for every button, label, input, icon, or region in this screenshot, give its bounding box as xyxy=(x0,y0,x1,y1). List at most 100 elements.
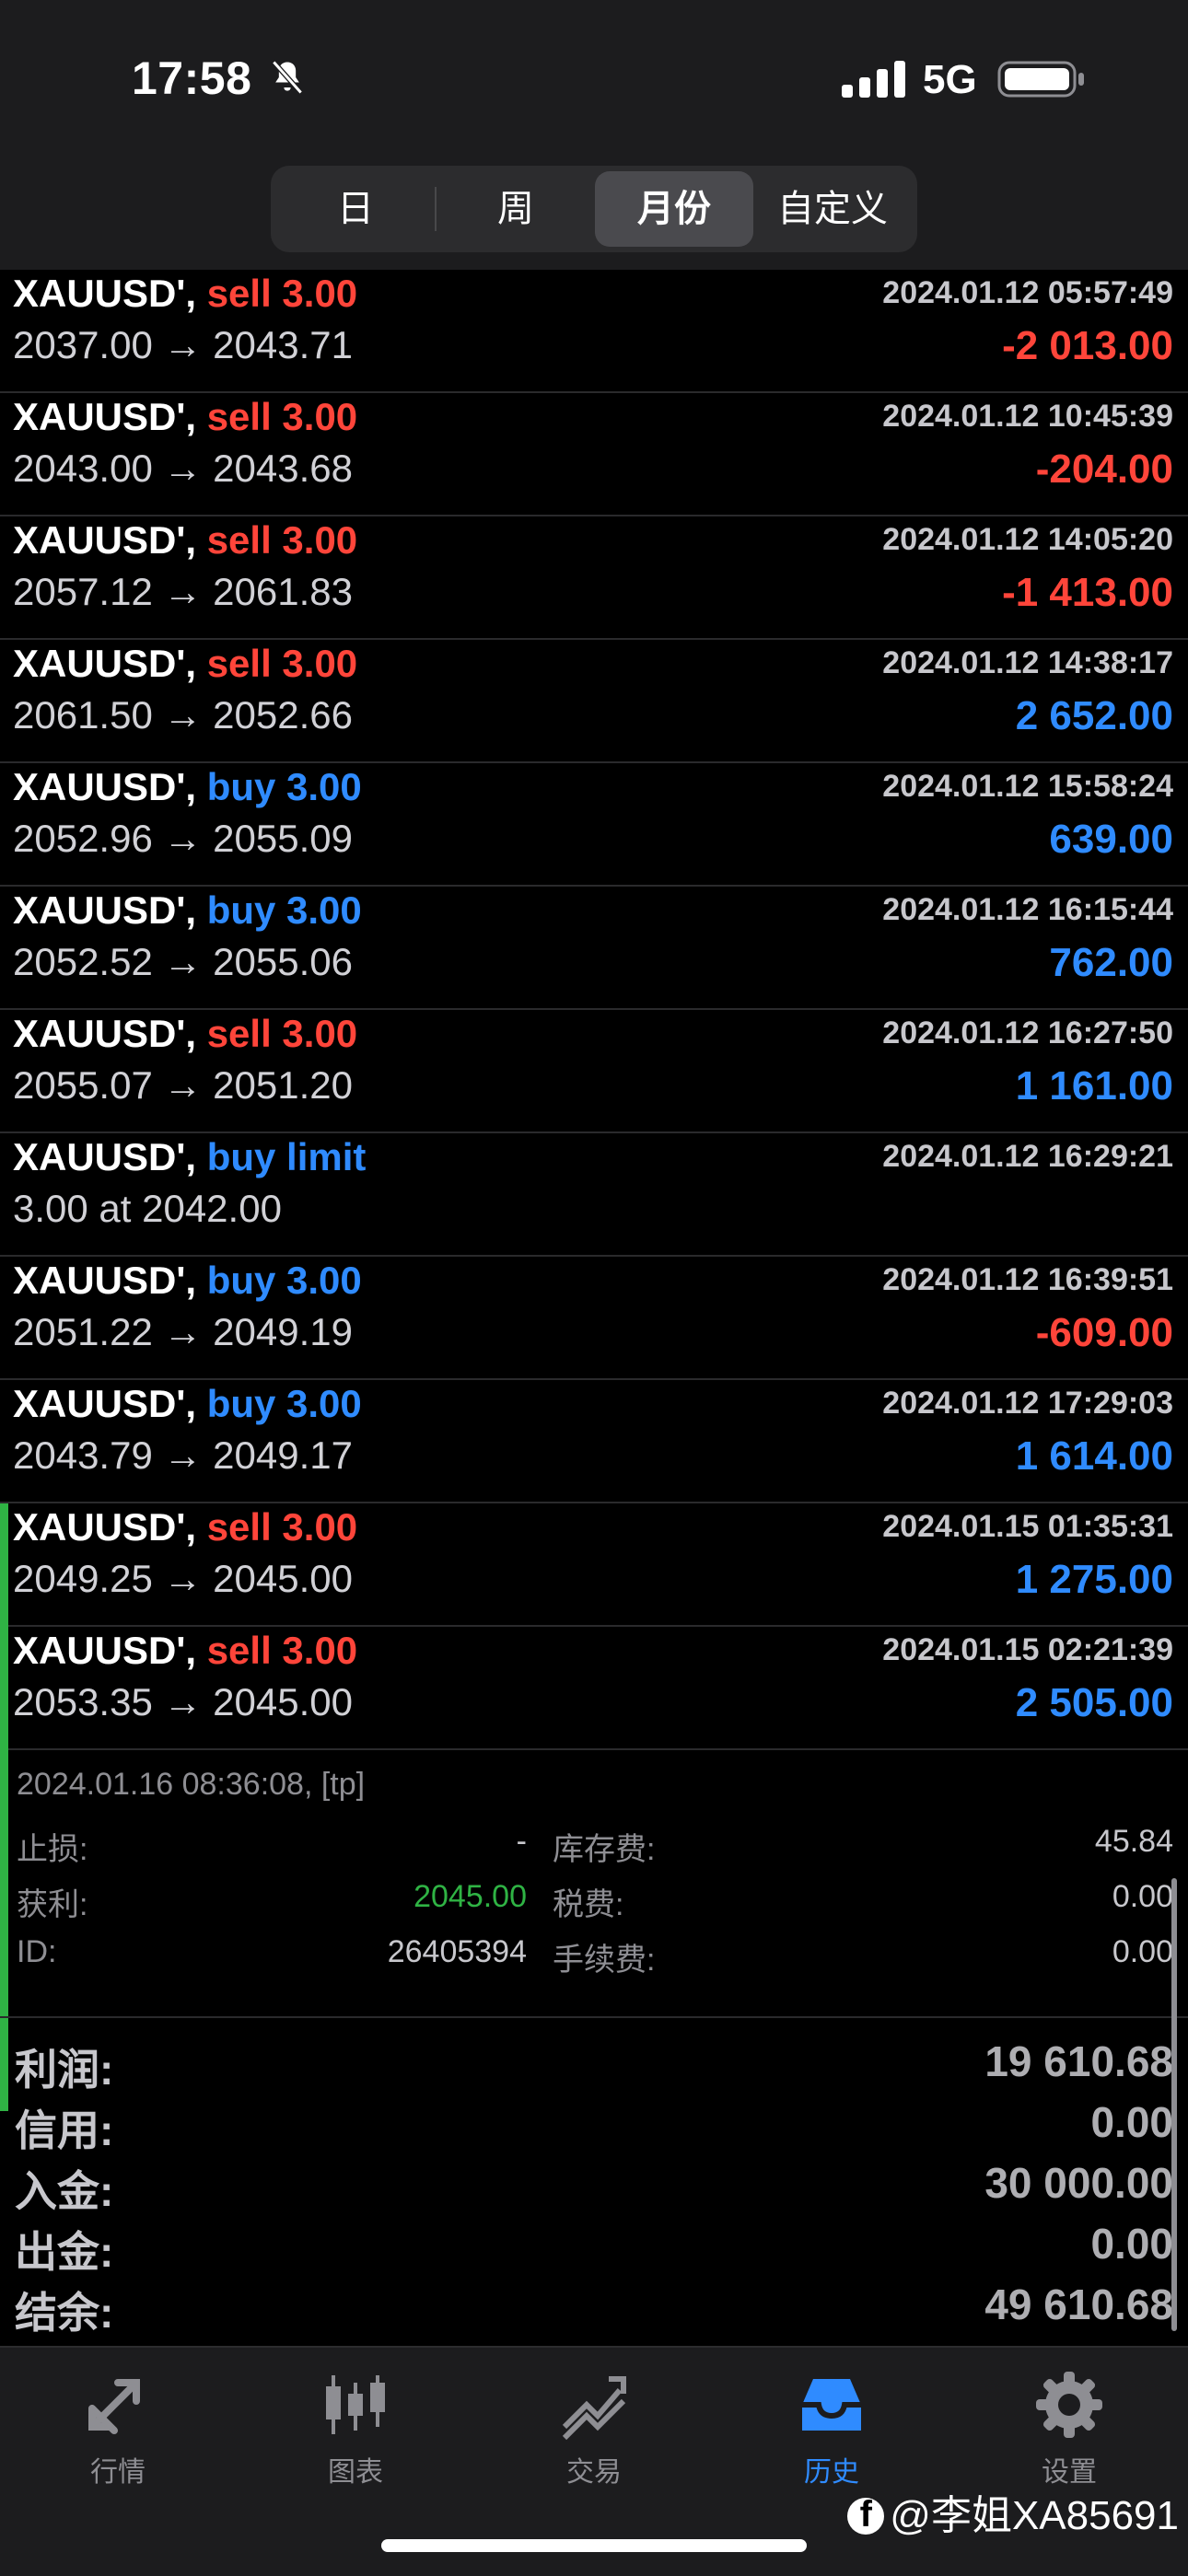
trade-datetime: 2024.01.12 16:29:21 xyxy=(882,1139,1173,1174)
network-type: 5G xyxy=(923,57,977,102)
trade-profit: 762.00 xyxy=(1049,940,1173,985)
trade-profit: -1 413.00 xyxy=(1002,570,1173,615)
trade-profit: 2 505.00 xyxy=(1015,1680,1173,1725)
close-time-info: 2024.01.16 08:36:08, [tp] xyxy=(17,1767,366,1802)
account-summary: 利润: 19 610.68 信用: 0.00 入金: 30 000.00 出金:… xyxy=(0,2016,1188,2350)
trade-side: buy limit xyxy=(206,1135,367,1178)
trade-side: buy 3.00 xyxy=(206,765,362,808)
summary-value: 0.00 xyxy=(1090,2220,1173,2268)
trade-profit: -204.00 xyxy=(1035,447,1173,492)
trade-symbol-line: XAUUSD', sell 3.00 xyxy=(13,395,357,439)
trade-row-5[interactable]: XAUUSD', buy 3.00 2024.01.12 15:58:24 20… xyxy=(0,763,1188,887)
tab-label: 交易 xyxy=(566,2457,622,2488)
trade-profit: 1 275.00 xyxy=(1015,1557,1173,1602)
swap-label: 库存费: xyxy=(553,1832,656,1867)
trade-row-12[interactable]: XAUUSD', sell 3.00 2024.01.15 02:21:39 2… xyxy=(0,1627,1188,1750)
trade-symbol-line: XAUUSD', buy 3.00 xyxy=(13,1259,362,1303)
trade-side: buy 3.00 xyxy=(206,888,362,932)
home-indicator[interactable] xyxy=(381,2539,807,2552)
trade-side: buy 3.00 xyxy=(206,1382,362,1425)
trade-row-10[interactable]: XAUUSD', buy 3.00 2024.01.12 17:29:03 20… xyxy=(0,1380,1188,1503)
trade-side: sell 3.00 xyxy=(206,395,358,438)
trade-symbol-line: XAUUSD', buy 3.00 xyxy=(13,888,362,933)
trade-row-1[interactable]: XAUUSD', sell 3.00 2024.01.12 05:57:49 2… xyxy=(0,270,1188,393)
summary-label: 信用: xyxy=(15,2106,114,2154)
history-inbox-icon xyxy=(802,2379,861,2431)
trade-side: sell 3.00 xyxy=(206,1012,358,1055)
summary-value: 49 610.68 xyxy=(984,2280,1173,2328)
facebook-icon: f xyxy=(847,2494,885,2535)
trade-row-9[interactable]: XAUUSD', buy 3.00 2024.01.12 16:39:51 20… xyxy=(0,1257,1188,1380)
trade-history-list[interactable]: XAUUSD', sell 3.00 2024.01.12 05:57:49 2… xyxy=(0,270,1188,2137)
trade-prices: 2037.00 → 2043.71 xyxy=(13,323,353,366)
trade-datetime: 2024.01.15 02:21:39 xyxy=(882,1632,1173,1667)
scrollbar[interactable] xyxy=(1171,1878,1177,2331)
stop-loss-value: - xyxy=(516,1824,527,1859)
summary-deposit-row: 入金: 30 000.00 xyxy=(0,2158,1188,2219)
trade-side: sell 3.00 xyxy=(206,1629,358,1672)
trade-datetime: 2024.01.12 16:39:51 xyxy=(882,1262,1173,1297)
trade-symbol: XAUUSD', xyxy=(13,642,197,685)
trade-prices: 2057.12 → 2061.83 xyxy=(13,570,353,613)
tab-charts[interactable]: 图表 xyxy=(263,2368,448,2489)
trade-row-3[interactable]: XAUUSD', sell 3.00 2024.01.12 14:05:20 2… xyxy=(0,516,1188,640)
trade-side: sell 3.00 xyxy=(206,272,358,315)
tab-settings[interactable]: 设置 xyxy=(977,2368,1161,2489)
trade-symbol: XAUUSD', xyxy=(13,1259,197,1302)
summary-label: 利润: xyxy=(15,2046,114,2094)
trade-row-2[interactable]: XAUUSD', sell 3.00 2024.01.12 10:45:39 2… xyxy=(0,393,1188,516)
period-week-tab[interactable]: 周 xyxy=(437,171,595,247)
stop-loss-label: 止损: xyxy=(17,1832,88,1867)
summary-label: 结余: xyxy=(15,2289,114,2337)
summary-profit-row: 利润: 19 610.68 xyxy=(0,2036,1188,2097)
trade-prices: 2052.96 → 2055.09 xyxy=(13,817,353,860)
period-day-tab[interactable]: 日 xyxy=(276,171,435,247)
trade-datetime: 2024.01.12 14:38:17 xyxy=(882,645,1173,680)
period-segmented-control: 日 周 月份 自定义 xyxy=(271,166,917,252)
period-custom-tab[interactable]: 自定义 xyxy=(753,171,912,247)
trade-row-7[interactable]: XAUUSD', sell 3.00 2024.01.12 16:27:50 2… xyxy=(0,1010,1188,1133)
trade-row-6[interactable]: XAUUSD', buy 3.00 2024.01.12 16:15:44 20… xyxy=(0,887,1188,1010)
gear-icon xyxy=(1036,2372,1102,2438)
trade-side: sell 3.00 xyxy=(206,518,358,562)
trade-datetime: 2024.01.12 10:45:39 xyxy=(882,399,1173,434)
trade-side: buy 3.00 xyxy=(206,1259,362,1302)
trade-row-11[interactable]: XAUUSD', sell 3.00 2024.01.15 01:35:31 2… xyxy=(0,1503,1188,1627)
summary-value: 19 610.68 xyxy=(984,2037,1173,2085)
period-month-tab[interactable]: 月份 xyxy=(595,171,753,247)
take-profit-label: 获利: xyxy=(17,1887,88,1922)
trade-row-4[interactable]: XAUUSD', sell 3.00 2024.01.12 14:38:17 2… xyxy=(0,640,1188,763)
tab-history[interactable]: 历史 xyxy=(740,2368,924,2489)
trade-prices: 2051.22 → 2049.19 xyxy=(13,1310,353,1353)
trade-profit: -609.00 xyxy=(1035,1310,1173,1355)
trade-symbol: XAUUSD', xyxy=(13,1135,197,1178)
swap-value: 45.84 xyxy=(1094,1824,1173,1859)
trade-side: sell 3.00 xyxy=(206,1505,358,1549)
trade-symbol: XAUUSD', xyxy=(13,395,197,438)
trade-symbol-line: XAUUSD', buy 3.00 xyxy=(13,765,362,809)
tab-quotes[interactable]: 行情 xyxy=(26,2368,210,2489)
trade-symbol-line: XAUUSD', buy limit xyxy=(13,1135,366,1179)
trade-row-8[interactable]: XAUUSD', buy limit 2024.01.12 16:29:21 3… xyxy=(0,1133,1188,1257)
trade-symbol-line: XAUUSD', sell 3.00 xyxy=(13,1629,357,1673)
summary-credit-row: 信用: 0.00 xyxy=(0,2097,1188,2158)
trade-prices: 2049.25 → 2045.00 xyxy=(13,1557,353,1600)
trade-symbol: XAUUSD', xyxy=(13,518,197,562)
signal-icon xyxy=(842,61,905,98)
summary-value: 0.00 xyxy=(1090,2098,1173,2146)
tab-trade[interactable]: 交易 xyxy=(502,2368,686,2489)
trade-profit: 1 614.00 xyxy=(1015,1433,1173,1479)
trade-prices: 2055.07 → 2051.20 xyxy=(13,1063,353,1107)
trade-symbol-line: XAUUSD', sell 3.00 xyxy=(13,518,357,563)
summary-value: 30 000.00 xyxy=(984,2159,1173,2207)
quotes-icon xyxy=(88,2379,140,2434)
trade-profit: 2 652.00 xyxy=(1015,693,1173,738)
trade-prices: 2052.52 → 2055.06 xyxy=(13,940,353,983)
trade-symbol-line: XAUUSD', sell 3.00 xyxy=(13,272,357,316)
tab-label: 行情 xyxy=(90,2457,146,2488)
take-profit-value: 2045.00 xyxy=(413,1879,527,1914)
status-time: 17:58 xyxy=(132,52,252,104)
trade-profit: -2 013.00 xyxy=(1002,323,1173,368)
trade-datetime: 2024.01.12 16:15:44 xyxy=(882,892,1173,927)
trade-prices: 2043.79 → 2049.17 xyxy=(13,1433,353,1477)
